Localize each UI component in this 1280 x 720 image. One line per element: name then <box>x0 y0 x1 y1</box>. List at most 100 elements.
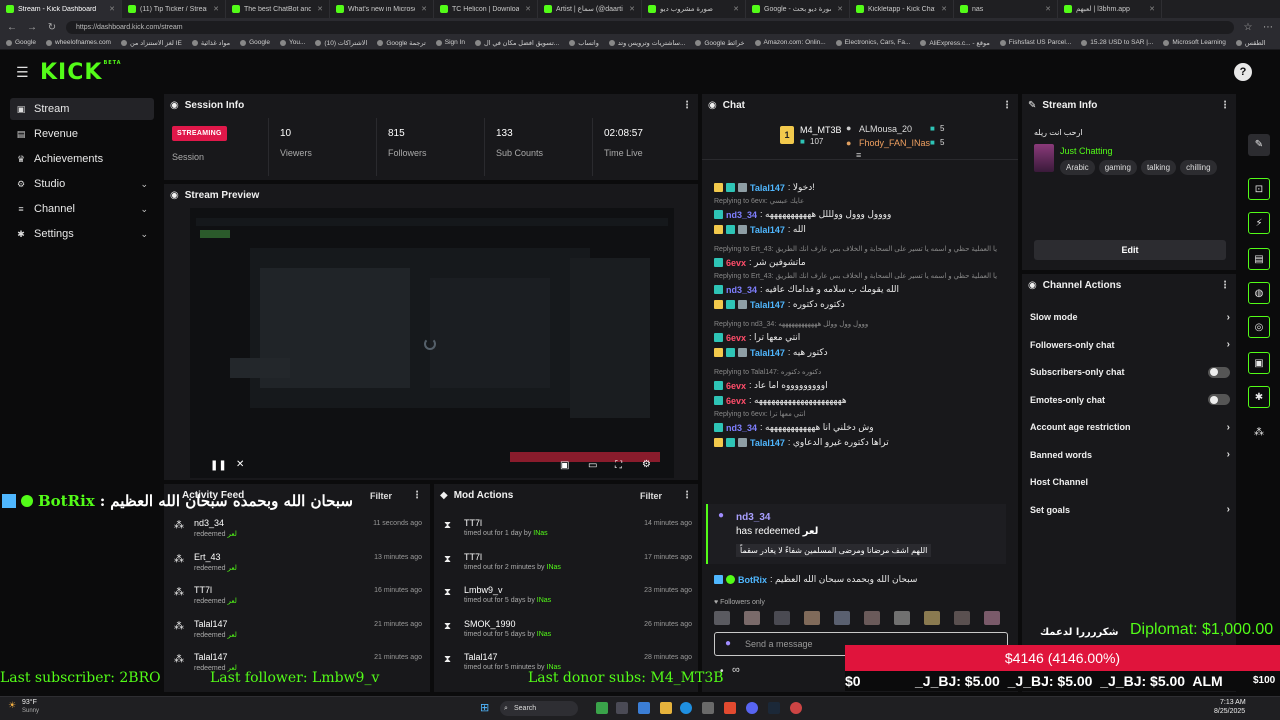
edge-icon[interactable] <box>680 702 692 714</box>
extensions-icon[interactable]: ⋯ <box>1262 22 1274 33</box>
obs-icon[interactable] <box>790 702 802 714</box>
sidebar-item-channel[interactable]: ≡ Channel ⌄ <box>10 198 154 220</box>
bookmark-item[interactable]: Microsoft Learning <box>1163 39 1226 46</box>
notes-icon[interactable]: ▤ <box>1248 248 1270 270</box>
browser-tab[interactable]: The best ChatBot and Widg ✕ <box>226 0 330 18</box>
bookmark-item[interactable]: مواد غذائية <box>191 39 230 47</box>
channel-kebab-icon[interactable]: ⋮ <box>1220 280 1230 291</box>
activity-user[interactable]: Ert_43 <box>194 552 221 562</box>
chat-username[interactable]: BotRix <box>738 575 767 585</box>
tab-close-icon[interactable]: ✕ <box>1045 5 1051 13</box>
broadcast-icon[interactable]: ◎ <box>1248 316 1270 338</box>
channel-action-host-channel[interactable]: Host Channel <box>1030 473 1230 491</box>
more-dots-icon[interactable]: ⁂ <box>1248 422 1270 444</box>
tools-icon[interactable]: ✱ <box>1248 386 1270 408</box>
chat-bubble-icon[interactable]: ◍ <box>1248 282 1270 304</box>
theater-icon[interactable]: ▭ <box>588 460 597 471</box>
browser-tab[interactable]: What's new in Microsoft Edi ✕ <box>330 0 434 18</box>
sidebar-item-settings[interactable]: ✱ Settings ⌄ <box>10 223 154 245</box>
emote-icon[interactable] <box>714 611 730 625</box>
star-icon[interactable]: ☆ <box>1242 22 1254 33</box>
video-settings-icon[interactable]: ▣ <box>1248 352 1270 374</box>
chat-username[interactable]: 6evx <box>726 258 746 268</box>
sidebar-item-stream[interactable]: ▣ Stream <box>10 98 154 120</box>
mod-by-user[interactable]: INas <box>533 530 547 537</box>
mod-target-user[interactable]: TT7l <box>464 552 482 562</box>
mod-filter-button[interactable]: Filter <box>640 491 662 501</box>
bookmark-item[interactable]: الطقس <box>1235 39 1266 47</box>
channel-action-followers-only-chat[interactable]: Followers-only chat › <box>1030 336 1230 354</box>
app-icon[interactable] <box>638 702 650 714</box>
emote-icon[interactable] <box>774 611 790 625</box>
start-icon[interactable]: ⊞ <box>480 701 489 714</box>
tab-close-icon[interactable]: ✕ <box>1149 5 1155 13</box>
raid-icon[interactable]: ⚡ <box>1248 212 1270 234</box>
bookmark-item[interactable]: ساشتريات وترويس وتد... <box>608 39 685 47</box>
bookmark-item[interactable]: Google <box>240 39 270 46</box>
channel-action-set-goals[interactable]: Set goals › <box>1030 501 1230 519</box>
chat-username[interactable]: nd3_34 <box>726 210 757 220</box>
tab-close-icon[interactable]: ✕ <box>837 5 843 13</box>
gifter-name[interactable]: Fhody_FAN_INas <box>859 138 930 148</box>
chat-username[interactable]: Talal147 <box>750 225 785 235</box>
bookmark-item[interactable]: Google خرائط <box>695 39 745 47</box>
emote-icon[interactable] <box>924 611 940 625</box>
forward-icon[interactable]: → <box>26 22 38 33</box>
bookmark-item[interactable]: تسويق افضل مكان في ال... <box>475 39 559 47</box>
chat-username[interactable]: 6evx <box>726 333 746 343</box>
pip-icon[interactable]: ▣ <box>560 460 569 471</box>
tab-close-icon[interactable]: ✕ <box>213 5 219 13</box>
browser-tab[interactable]: Google - صورة ديو بحث ✕ <box>746 0 850 18</box>
edit-icon[interactable]: ✎ <box>1248 134 1270 156</box>
activity-user[interactable]: nd3_34 <box>194 518 224 528</box>
tab-close-icon[interactable]: ✕ <box>941 5 947 13</box>
channel-action-banned-words[interactable]: Banned words › <box>1030 446 1230 464</box>
sidebar-item-achievements[interactable]: ♛ Achievements <box>10 148 154 170</box>
mic-icon[interactable]: ● <box>725 638 731 649</box>
bookmark-item[interactable]: الاشتراكات (10) <box>315 39 367 47</box>
chat-username[interactable]: nd3_34 <box>726 285 757 295</box>
mod-kebab-icon[interactable]: ⋮ <box>682 490 692 501</box>
chat-username[interactable]: Talal147 <box>750 183 785 193</box>
bookmark-item[interactable]: AliExpress.c... - موقع <box>920 39 990 47</box>
expand-icon[interactable]: ≡ <box>856 150 861 160</box>
chat-username[interactable]: Talal147 <box>750 300 785 310</box>
gifter-name[interactable]: ALMousa_20 <box>859 124 912 134</box>
browser-tab[interactable]: nas ✕ <box>954 0 1058 18</box>
toggle-switch[interactable] <box>1208 366 1230 378</box>
mod-by-user[interactable]: INas <box>547 564 561 571</box>
browser-tab[interactable]: (11) Tip Ticker / Streamlabs ✕ <box>122 0 226 18</box>
emote-picker-icon[interactable]: ∞ <box>732 664 740 676</box>
channel-action-emotes-only-chat[interactable]: Emotes-only chat <box>1030 391 1230 409</box>
file-explorer-icon[interactable] <box>660 702 672 714</box>
browser-tab[interactable]: Stream - Kick Dashboard ✕ <box>0 0 122 18</box>
mod-target-user[interactable]: Lmbw9_v <box>464 585 503 595</box>
browser-tab[interactable]: لعبهم | l3bhm.app ✕ <box>1058 0 1162 18</box>
sidebar-item-studio[interactable]: ⚙ Studio ⌄ <box>10 173 154 195</box>
bookmark-item[interactable]: Fishsfast US Parcel... <box>999 39 1071 46</box>
url-input[interactable]: https://dashboard.kick.com/stream <box>66 20 1234 34</box>
tab-close-icon[interactable]: ✕ <box>109 5 115 13</box>
mod-by-user[interactable]: INas <box>537 631 551 638</box>
bookmark-item[interactable]: لغز الاستنزاد من IE <box>120 39 182 47</box>
discord-icon[interactable] <box>746 702 758 714</box>
stream-tag[interactable]: gaming <box>1098 160 1137 175</box>
stream-tag[interactable]: chilling <box>1180 160 1217 175</box>
chat-username[interactable]: 6evx <box>726 381 746 391</box>
brave-icon[interactable] <box>724 702 736 714</box>
chat-username[interactable]: Talal147 <box>750 438 785 448</box>
tab-close-icon[interactable]: ✕ <box>421 5 427 13</box>
taskbar-search[interactable]: ⌕ Search <box>500 701 578 716</box>
kick-logo[interactable]: KICKBETA <box>40 60 122 85</box>
app-icon[interactable] <box>596 702 608 714</box>
mod-by-user[interactable]: INas <box>537 597 551 604</box>
mod-target-user[interactable]: Talal147 <box>464 652 498 662</box>
chat-username[interactable]: nd3_34 <box>726 423 757 433</box>
back-icon[interactable]: ← <box>6 22 18 33</box>
weather-temp[interactable]: 93°F <box>22 699 37 706</box>
sidebar-item-revenue[interactable]: ▤ Revenue <box>10 123 154 145</box>
pause-icon[interactable]: ❚❚ <box>210 460 227 471</box>
bookmark-item[interactable]: Sign In <box>435 39 465 46</box>
activity-kebab-icon[interactable]: ⋮ <box>412 490 422 501</box>
channel-action-account-age-restriction[interactable]: Account age restriction › <box>1030 418 1230 436</box>
